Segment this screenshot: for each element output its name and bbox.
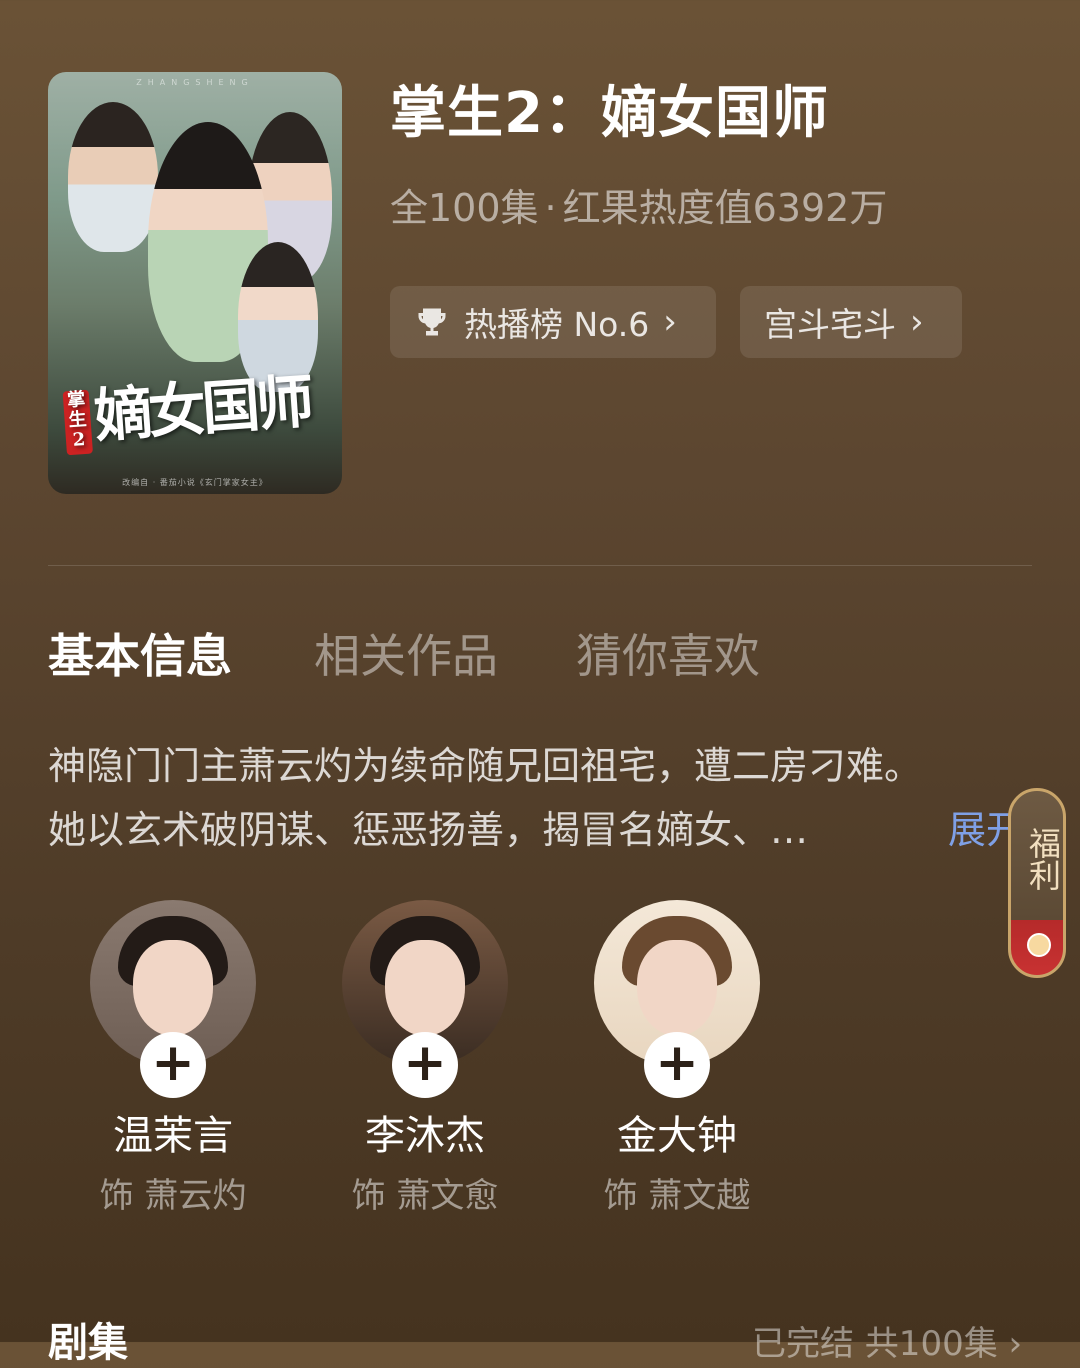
episode-count: 全100集 (390, 186, 539, 230)
hot-ranking-label: 热播榜 No.6 (464, 305, 650, 344)
follow-plus-icon[interactable]: + (392, 1032, 458, 1098)
actor-role: 饰 萧云灼 (99, 1176, 247, 1216)
actor-role: 饰 萧文愈 (351, 1176, 499, 1216)
episodes-section-title: 剧集 (48, 1320, 128, 1366)
welfare-float-button[interactable]: 福利 (1008, 788, 1066, 978)
tab-related-works[interactable]: 相关作品 (314, 624, 498, 688)
actor-name: 金大钟 (617, 1113, 737, 1159)
follow-plus-icon[interactable]: + (644, 1032, 710, 1098)
coin-icon (1027, 933, 1051, 957)
chevron-right-icon: › (910, 302, 924, 342)
actor-name: 李沐杰 (365, 1113, 485, 1159)
genre-chip[interactable]: 宫斗宅斗 › (740, 286, 962, 358)
synopsis: 神隐门门主萧云灼为续命随兄回祖宅，遭二房刁难。 她以玄术破阴谋、惩恶扬善，揭冒名… (48, 734, 1038, 862)
poster-title-art: 掌生2 嫡女国师 (61, 353, 337, 462)
synopsis-line: 神隐门门主萧云灼为续命随兄回祖宅，遭二房刁难。 (48, 744, 923, 788)
episodes-status-link[interactable]: 已完结 共100集 › (752, 1322, 1022, 1366)
drama-meta: 全100集 · 红果热度值6392万 (390, 180, 887, 236)
drama-poster[interactable]: ZHANGSHENG 掌生2 嫡女国师 改编自 · 番茄小说《玄门掌家女主》 (48, 72, 342, 494)
tab-basic-info[interactable]: 基本信息 (48, 624, 232, 688)
hot-ranking-chip[interactable]: 热播榜 No.6 › (390, 286, 716, 358)
poster-seal: 掌生2 (62, 389, 93, 456)
trophy-icon (418, 308, 446, 336)
actor-role: 饰 萧文越 (603, 1176, 751, 1216)
chevron-right-icon: › (663, 302, 677, 342)
tab-guess-you-like[interactable]: 猜你喜欢 (576, 624, 760, 688)
synopsis-line: 她以玄术破阴谋、惩恶扬善，揭冒名嫡女、… (48, 808, 809, 852)
cast-member[interactable]: + 金大钟 饰 萧文越 (551, 900, 803, 1220)
meta-separator: · (544, 186, 557, 230)
drama-title: 掌生2：嫡女国师 (390, 81, 829, 146)
poster-title-text: 嫡女国师 (92, 367, 313, 451)
popularity-value: 红果热度值6392万 (562, 186, 888, 230)
poster-credit: 改编自 · 番茄小说《玄门掌家女主》 (122, 478, 268, 487)
welfare-label: 福利 (1024, 827, 1062, 891)
cast-member[interactable]: + 李沐杰 饰 萧文愈 (299, 900, 551, 1220)
genre-label: 宫斗宅斗 (764, 305, 896, 344)
poster-figure (68, 102, 158, 252)
follow-plus-icon[interactable]: + (140, 1032, 206, 1098)
section-divider (48, 565, 1032, 566)
poster-top-text: ZHANGSHENG (136, 78, 254, 87)
actor-name: 温茉言 (113, 1113, 233, 1159)
cast-member[interactable]: + 温茉言 饰 萧云灼 (47, 900, 299, 1220)
